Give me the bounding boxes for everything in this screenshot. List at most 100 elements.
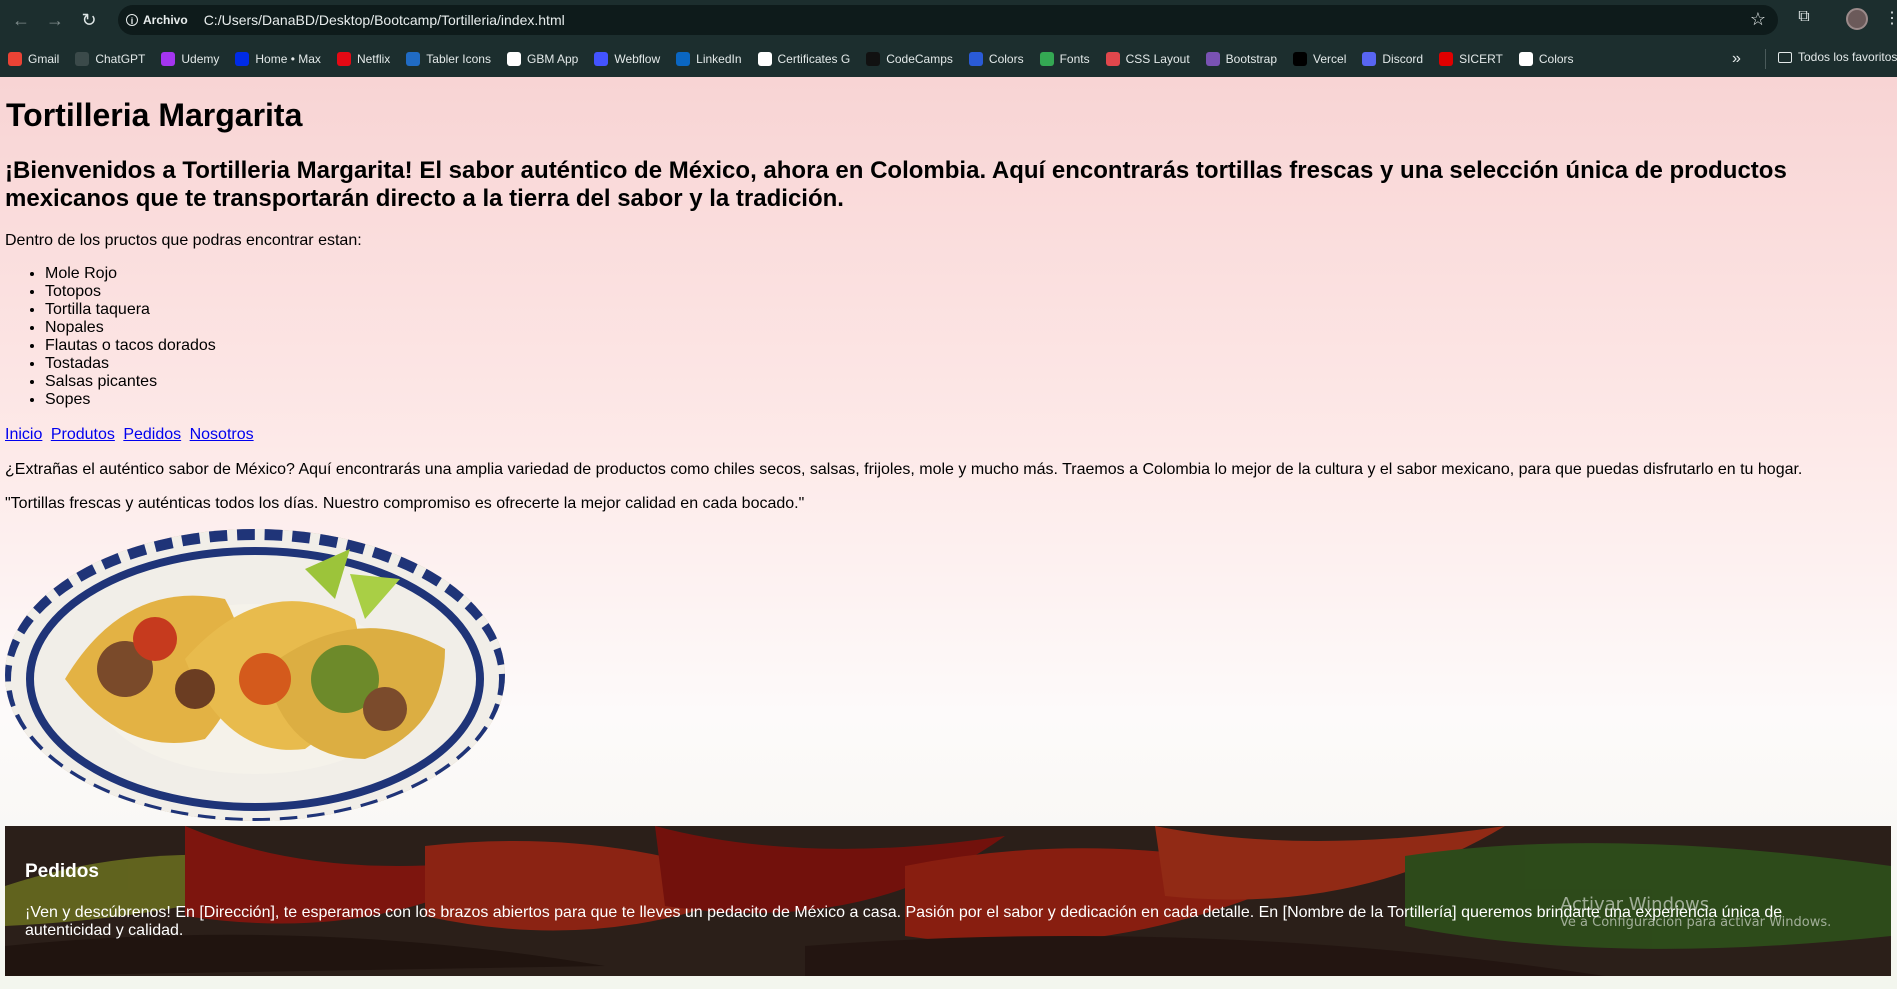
bookmark-css-layout[interactable]: CSS Layout [1098,51,1198,66]
back-icon[interactable]: ← [4,3,38,37]
bookmark-google-colors[interactable]: Colors [1511,51,1582,66]
bookmark-label: CodeCamps [886,51,953,66]
bookmark-webflow[interactable]: Webflow [586,51,668,66]
google-colors-icon [1518,51,1533,66]
bookmark-vercel[interactable]: Vercel [1285,51,1354,66]
css-layout-icon [1105,51,1120,66]
menu-icon[interactable]: ⋮ [1884,8,1897,28]
quote-paragraph: "Tortillas frescas y auténticas todos lo… [5,495,805,512]
webflow-icon [594,51,609,66]
bookmark-google[interactable]: Certificates G [750,51,859,66]
products-list: Mole Rojo Totopos Tortilla taquera Nopal… [5,265,216,409]
discord-icon [1362,51,1377,66]
vercel-icon [1293,51,1308,66]
page-subtitle: ¡Bienvenidos a Tortilleria Margarita! El… [5,157,1787,212]
info-icon: i [126,14,138,26]
watermark-line-2: Ve a Configuración para activar Windows. [1560,915,1832,930]
bookmark-bootstrap[interactable]: Bootstrap [1198,51,1285,66]
bookmarks-bar: Gmail ChatGPT Udemy Home • Max Netflix Tabler… [0,40,1897,77]
tabler-icon [406,51,421,66]
gbm-icon [506,51,521,66]
bookmark-label: CSS Layout [1125,51,1190,66]
pedidos-text: ¡Ven y descúbrenos! En [Dirección], te e… [25,904,1783,939]
bookmark-udemy[interactable]: Udemy [153,51,227,66]
url-text[interactable]: C:/Users/DanaBD/Desktop/Bootcamp/Tortill… [204,12,565,28]
nav-link-nosotros[interactable]: Nosotros [190,426,254,443]
bookmark-fonts[interactable]: Fonts [1032,51,1098,66]
bookmark-label: SICERT [1459,51,1503,66]
bookmark-label: Vercel [1313,51,1347,66]
windows-activation-watermark: Activar Windows Ve a Configuración para … [1560,894,1831,930]
products-intro: Dentro de los pructos que podras encontr… [5,232,362,249]
bookmark-label: Udemy [181,51,220,66]
bookmark-max[interactable]: Home • Max [227,51,329,66]
bootstrap-icon [1205,51,1220,66]
list-item: Salsas picantes [45,373,216,391]
bookmark-label: Home • Max [255,51,321,66]
bookmark-label: Tabler Icons [426,51,491,66]
bookmark-label: Certificates G [777,51,851,66]
nav-link-pedidos[interactable]: Pedidos [123,426,181,443]
address-bar[interactable]: i Archivo C:/Users/DanaBD/Desktop/Bootca… [118,5,1778,35]
list-item: Sopes [45,391,216,409]
max-icon [235,51,250,66]
page-title: Tortilleria Margarita [6,97,303,133]
bookmark-label: Colors [1538,51,1574,66]
bookmark-gbm[interactable]: GBM App [499,51,586,66]
reload-icon[interactable]: ↻ [72,3,106,37]
list-item: Mole Rojo [45,265,216,283]
linkedin-icon [676,51,691,66]
forward-icon[interactable]: → [38,3,72,37]
site-info-chip[interactable]: i Archivo [126,13,188,27]
bookmark-label: Gmail [28,51,60,66]
bookmark-label: Netflix [356,51,391,66]
about-paragraph: ¿Extrañas el auténtico sabor de México? … [5,461,1803,478]
bookmark-discord[interactable]: Discord [1354,51,1431,66]
fonts-icon [1039,51,1054,66]
browser-toolbar: ← → ↻ i Archivo C:/Users/DanaBD/Desktop/… [0,0,1897,40]
pedidos-heading: Pedidos [25,861,99,882]
bookmark-tabler[interactable]: Tabler Icons [398,51,499,66]
bookmark-label: Webflow [614,51,661,66]
profile-avatar[interactable] [1846,8,1868,30]
nav-link-produtos[interactable]: Produtos [51,426,115,443]
bookmark-label: Discord [1382,51,1424,66]
all-bookmarks-folder[interactable]: Todos los favoritos [1778,50,1897,64]
list-item: Nopales [45,319,216,337]
site-nav: Inicio Produtos Pedidos Nosotros [5,426,258,444]
list-item: Totopos [45,283,216,301]
bookmark-label: ChatGPT [95,51,146,66]
folder-icon [1778,51,1792,63]
all-bookmarks-label: Todos los favoritos [1798,50,1897,64]
extensions-icon[interactable]: ⧉ [1794,8,1814,28]
bookmark-label: Fonts [1059,51,1090,66]
list-item: Tortilla taquera [45,301,216,319]
bookmark-label: Bootstrap [1225,51,1278,66]
bookmark-label: LinkedIn [696,51,742,66]
chatgpt-icon [75,51,90,66]
bookmark-linkedin[interactable]: LinkedIn [668,51,749,66]
watermark-line-1: Activar Windows [1560,894,1710,915]
site-info-label: Archivo [143,13,188,27]
bookmark-chatgpt[interactable]: ChatGPT [67,51,153,66]
nav-link-inicio[interactable]: Inicio [5,426,42,443]
page-viewport: Tortilleria Margarita ¡Bienvenidos a Tor… [0,77,1897,989]
bookmark-netflix[interactable]: Netflix [329,51,398,66]
bookmark-colors[interactable]: Colors [961,51,1032,66]
codecamps-icon [866,51,881,66]
bookmarks-divider [1765,49,1766,69]
udemy-icon [161,51,176,66]
bookmark-star-icon[interactable]: ☆ [1750,9,1766,30]
bookmark-label: GBM App [526,51,579,66]
bookmark-sicert[interactable]: SICERT [1431,51,1511,66]
netflix-icon [336,51,351,66]
google-icon [757,51,772,66]
sicert-icon [1439,51,1454,66]
more-bookmarks-icon[interactable]: » [1732,50,1741,68]
tacos-image [5,529,505,821]
list-item: Tostadas [45,355,216,373]
bookmark-gmail[interactable]: Gmail [0,51,67,66]
colors-icon [968,51,983,66]
bookmark-codecamps[interactable]: CodeCamps [858,51,961,66]
bookmark-label: Colors [988,51,1024,66]
